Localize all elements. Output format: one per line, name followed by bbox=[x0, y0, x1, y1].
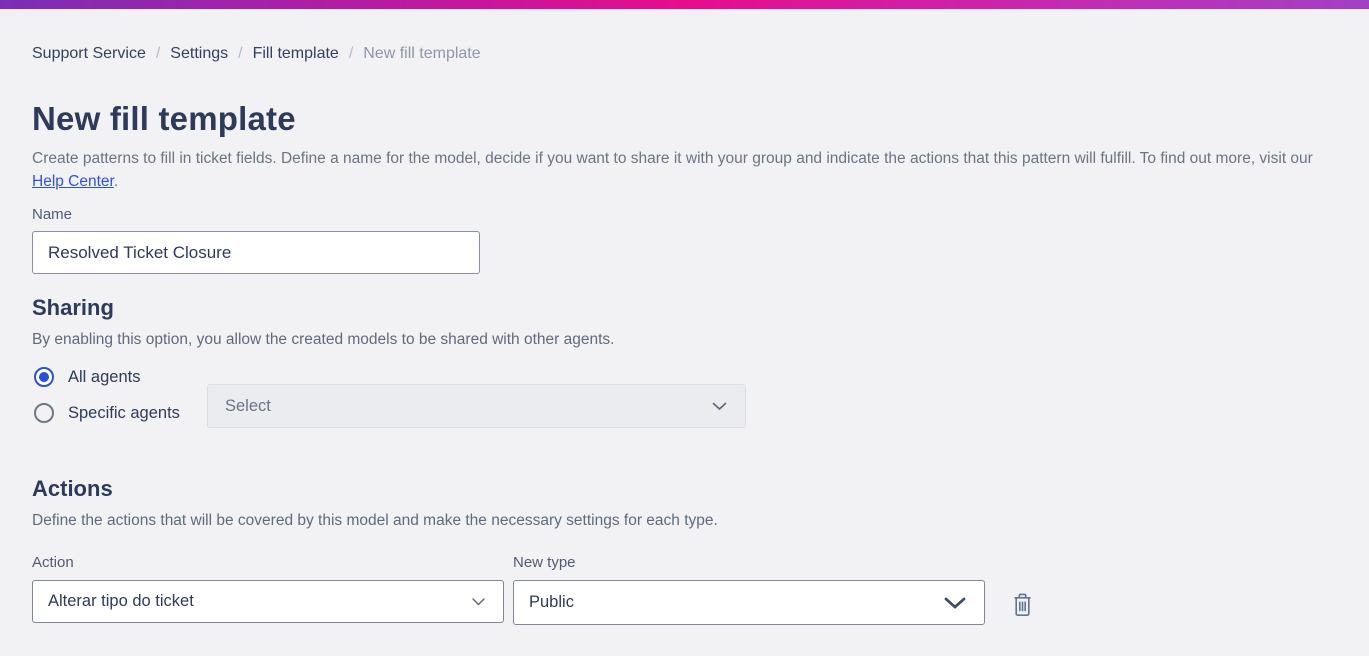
breadcrumb: Support Service / Settings / Fill templa… bbox=[32, 45, 1337, 63]
action-label: Action bbox=[32, 554, 74, 571]
new-type-select[interactable]: Public bbox=[513, 580, 985, 625]
page-description-period: . bbox=[113, 173, 119, 190]
radio-specific-agents-label: Specific agents bbox=[68, 403, 180, 422]
brand-gradient-bar bbox=[0, 0, 1369, 9]
page-content: Support Service / Settings / Fill templa… bbox=[0, 45, 1369, 625]
radio-specific-agents-icon[interactable] bbox=[34, 403, 54, 423]
breadcrumb-separator: / bbox=[155, 45, 161, 62]
breadcrumb-item-support-service[interactable]: Support Service bbox=[32, 45, 146, 63]
chevron-down-icon bbox=[712, 402, 727, 411]
name-label: Name bbox=[32, 206, 73, 223]
breadcrumb-separator: / bbox=[348, 45, 354, 62]
help-center-link[interactable]: Help Center bbox=[32, 173, 114, 190]
page-description: Create patterns to fill in ticket fields… bbox=[32, 147, 1337, 193]
new-type-label: New type bbox=[513, 554, 576, 571]
breadcrumb-item-settings[interactable]: Settings bbox=[170, 45, 228, 63]
trash-icon bbox=[1013, 593, 1032, 617]
specific-agents-select-placeholder: Select bbox=[225, 396, 271, 415]
actions-section-title: Actions bbox=[32, 476, 113, 501]
sharing-section-title: Sharing bbox=[32, 295, 114, 320]
chevron-down-icon bbox=[472, 597, 485, 606]
new-type-select-value: Public bbox=[529, 593, 574, 611]
name-input[interactable] bbox=[32, 231, 480, 274]
breadcrumb-current: New fill template bbox=[363, 45, 481, 62]
sharing-section-description: By enabling this option, you allow the c… bbox=[32, 331, 615, 348]
breadcrumb-item-fill-template[interactable]: Fill template bbox=[253, 45, 339, 63]
page-description-text: Create patterns to fill in ticket fields… bbox=[32, 150, 1313, 167]
chevron-down-icon bbox=[944, 597, 966, 609]
actions-section-description: Define the actions that will be covered … bbox=[32, 512, 718, 529]
breadcrumb-separator: / bbox=[238, 45, 243, 62]
new-type-column: New type Public bbox=[513, 554, 985, 625]
action-select[interactable]: Alterar tipo do ticket bbox=[32, 580, 504, 623]
delete-action-button[interactable] bbox=[1009, 590, 1035, 620]
action-select-value: Alterar tipo do ticket bbox=[48, 592, 194, 610]
radio-all-agents-icon[interactable] bbox=[34, 367, 54, 387]
specific-agents-select[interactable]: Select bbox=[207, 384, 746, 428]
action-row: Action Alterar tipo do ticket New type P… bbox=[32, 554, 1337, 625]
radio-all-agents-label: All agents bbox=[68, 367, 141, 386]
sharing-options: All agents Specific agents Select bbox=[32, 364, 1337, 438]
page-title: New fill template bbox=[32, 100, 296, 137]
action-column: Action Alterar tipo do ticket bbox=[32, 554, 504, 623]
